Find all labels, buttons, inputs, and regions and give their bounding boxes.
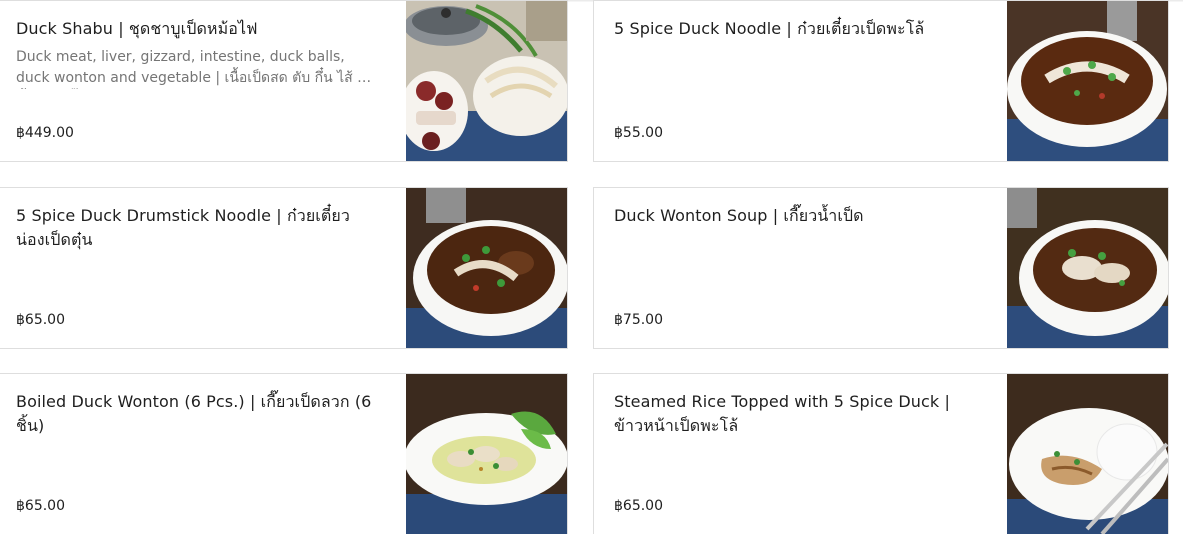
hotpot-photo — [406, 1, 567, 161]
menu-item-price: ฿55.00 — [614, 125, 663, 141]
menu-item-price: ฿65.00 — [614, 498, 663, 514]
menu-item-card[interactable]: Steamed Rice Topped with 5 Spice Duck | … — [593, 373, 1169, 534]
menu-item-price: ฿65.00 — [16, 498, 65, 514]
menu-item-text: 5 Spice Duck Noodle | ก๋วยเตี๋ยวเป็ดพะโล… — [614, 17, 974, 149]
menu-item-price: ฿75.00 — [614, 312, 663, 328]
menu-item-title: 5 Spice Duck Drumstick Noodle | ก๋วยเตี๋… — [16, 206, 350, 249]
menu-item-text: 5 Spice Duck Drumstick Noodle | ก๋วยเตี๋… — [16, 204, 376, 336]
menu-item-title: Duck Shabu | ชุดชาบูเป็ดหม้อไฟ — [16, 19, 258, 38]
boiled-wonton-plate-photo — [406, 374, 567, 534]
menu-item-card[interactable]: Duck Wonton Soup | เกี๊ยวน้ำเป็ด ฿75.00 — [593, 187, 1169, 349]
menu-item-description: Duck meat, liver, gizzard, intestine, du… — [16, 49, 375, 86]
menu-item-card[interactable]: Duck Shabu | ชุดชาบูเป็ดหม้อไฟ Duck meat… — [0, 0, 568, 162]
wonton-soup-photo — [1007, 188, 1168, 348]
menu-item-card[interactable]: Boiled Duck Wonton (6 Pcs.) | เกี๊ยวเป็ด… — [0, 373, 568, 534]
menu-item-text: Steamed Rice Topped with 5 Spice Duck | … — [614, 390, 974, 522]
drumstick-noodle-photo — [406, 188, 567, 348]
menu-item-card[interactable]: 5 Spice Duck Drumstick Noodle | ก๋วยเตี๋… — [0, 187, 568, 349]
menu-item-title: 5 Spice Duck Noodle | ก๋วยเตี๋ยวเป็ดพะโล… — [614, 19, 925, 38]
menu-item-price: ฿65.00 — [16, 312, 65, 328]
menu-item-price: ฿449.00 — [16, 125, 74, 141]
menu-item-title: Duck Wonton Soup | เกี๊ยวน้ำเป็ด — [614, 206, 864, 225]
menu-item-title: Boiled Duck Wonton (6 Pcs.) | เกี๊ยวเป็ด… — [16, 392, 372, 435]
menu-item-text: Duck Wonton Soup | เกี๊ยวน้ำเป็ด — [614, 204, 974, 336]
menu-item-title: Steamed Rice Topped with 5 Spice Duck | … — [614, 392, 950, 435]
menu-item-text: Boiled Duck Wonton (6 Pcs.) | เกี๊ยวเป็ด… — [16, 390, 376, 522]
noodle-bowl-photo — [1007, 1, 1168, 161]
duck-rice-plate-photo — [1007, 374, 1168, 534]
menu-item-card[interactable]: 5 Spice Duck Noodle | ก๋วยเตี๋ยวเป็ดพะโล… — [593, 0, 1169, 162]
